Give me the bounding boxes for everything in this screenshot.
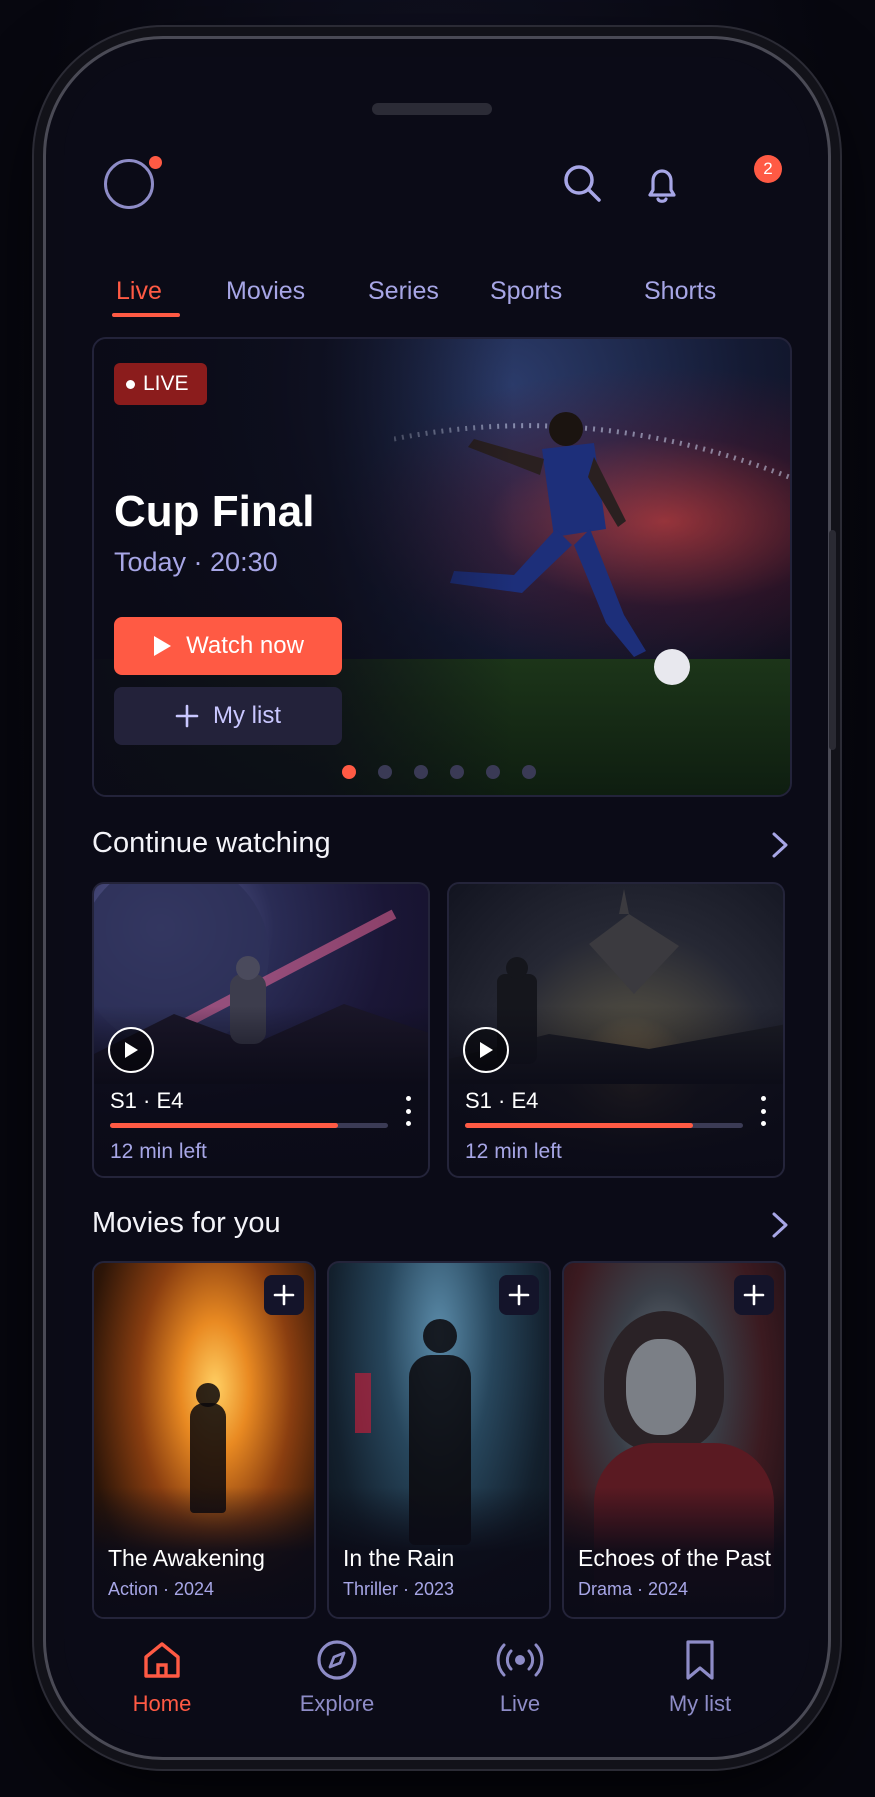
nav-live-label: Live	[499, 1691, 541, 1716]
play-icon	[154, 636, 172, 656]
chevron-right-icon[interactable]	[764, 830, 794, 860]
phone-frame: 2 Live Movies Series Sports Shorts LIVE …	[43, 36, 831, 1760]
watch-now-label: Watch now	[186, 632, 304, 659]
bottom-navigation: Home Explore Live My list	[64, 1637, 810, 1739]
movies-for-you-title: Movies for you	[92, 1207, 281, 1239]
bell-icon[interactable]	[638, 161, 686, 209]
nav-live[interactable]: Live	[460, 1637, 580, 1717]
plus-icon	[508, 1284, 530, 1306]
tab-series[interactable]: Series	[368, 277, 439, 306]
broadcast-icon	[496, 1643, 544, 1677]
plus-icon	[743, 1284, 765, 1306]
time-left: 12 min left	[465, 1140, 562, 1163]
movie-meta: Thriller · 2023	[343, 1579, 455, 1599]
carousel-dot[interactable]	[486, 765, 500, 779]
carousel-dot[interactable]	[450, 765, 464, 779]
carousel-dot[interactable]	[342, 765, 356, 779]
profile-ring-icon[interactable]	[104, 159, 154, 209]
nav-home[interactable]: Home	[102, 1637, 222, 1717]
plus-icon	[273, 1284, 295, 1306]
episode-label: S1 · E4	[110, 1088, 184, 1113]
progress-bar	[110, 1123, 388, 1128]
add-movie-button[interactable]	[734, 1275, 774, 1315]
tab-sports[interactable]: Sports	[490, 277, 562, 306]
hero-title: Cup Final	[114, 487, 315, 536]
carousel-dot[interactable]	[378, 765, 392, 779]
play-icon	[125, 1042, 138, 1058]
notification-badge: 2	[754, 155, 782, 183]
movie-meta: Action · 2024	[108, 1579, 215, 1599]
time-left: 12 min left	[110, 1140, 207, 1163]
more-options-icon[interactable]	[404, 1096, 412, 1126]
drag-handle	[372, 103, 492, 115]
nav-explore-label: Explore	[299, 1691, 375, 1716]
add-to-list-button[interactable]: My list	[114, 687, 342, 745]
movie-card[interactable]: Echoes of the Past Drama · 2024	[562, 1261, 786, 1619]
add-movie-button[interactable]	[499, 1275, 539, 1315]
live-dot-icon	[126, 379, 135, 389]
progress-fill	[110, 1123, 338, 1128]
nav-explore[interactable]: Explore	[277, 1637, 397, 1717]
hero-banner[interactable]: LIVE Cup Final Today · 20:30 Watch now M…	[92, 337, 792, 797]
plus-icon	[175, 704, 199, 728]
hero-time: Today · 20:30	[114, 547, 278, 577]
category-tabs: Live Movies Series Sports Shorts	[64, 277, 810, 337]
episode-label: S1 · E4	[465, 1088, 539, 1113]
carousel-dot[interactable]	[414, 765, 428, 779]
movie-title: The Awakening	[108, 1545, 265, 1571]
neon-sign-art	[355, 1373, 371, 1433]
continue-watching-title: Continue watching	[92, 827, 331, 859]
profile-status-dot	[149, 156, 162, 169]
chevron-right-icon[interactable]	[764, 1210, 794, 1240]
play-button[interactable]	[108, 1027, 154, 1073]
add-to-list-label: My list	[213, 702, 281, 729]
active-tab-indicator	[112, 313, 180, 317]
tab-movies[interactable]: Movies	[226, 277, 305, 306]
phone-side-button	[829, 530, 836, 750]
nav-my-list[interactable]: My list	[640, 1637, 760, 1717]
play-button[interactable]	[463, 1027, 509, 1073]
carousel-dots	[342, 765, 536, 779]
poster-figure-head	[423, 1319, 457, 1353]
live-badge-label: LIVE	[143, 372, 189, 395]
carousel-dot[interactable]	[522, 765, 536, 779]
progress-fill	[465, 1123, 693, 1128]
progress-bar	[465, 1123, 743, 1128]
home-icon	[144, 1642, 180, 1678]
more-options-icon[interactable]	[759, 1096, 767, 1126]
continue-card[interactable]: S1 · E4 12 min left	[447, 882, 785, 1178]
movie-title: In the Rain	[343, 1545, 455, 1571]
live-badge: LIVE	[114, 363, 207, 405]
movie-title: Echoes of the Past	[578, 1545, 772, 1571]
continue-card[interactable]: S1 · E4 12 min left	[92, 882, 430, 1178]
watch-now-button[interactable]: Watch now	[114, 617, 342, 675]
play-icon	[480, 1042, 493, 1058]
add-movie-button[interactable]	[264, 1275, 304, 1315]
movie-meta: Drama · 2024	[578, 1579, 689, 1599]
poster-figure-head	[196, 1383, 220, 1407]
bookmark-icon	[686, 1640, 714, 1680]
app-screen: 2 Live Movies Series Sports Shorts LIVE …	[64, 57, 810, 1739]
search-icon[interactable]	[558, 159, 606, 207]
poster-face-art	[626, 1339, 696, 1435]
nav-home-label: Home	[132, 1691, 192, 1716]
movie-card[interactable]: In the Rain Thriller · 2023	[327, 1261, 551, 1619]
compass-icon	[317, 1640, 357, 1680]
movie-card[interactable]: The Awakening Action · 2024	[92, 1261, 316, 1619]
nav-my-list-label: My list	[668, 1691, 732, 1716]
tab-shorts[interactable]: Shorts	[644, 277, 716, 306]
tab-live[interactable]: Live	[116, 277, 162, 306]
